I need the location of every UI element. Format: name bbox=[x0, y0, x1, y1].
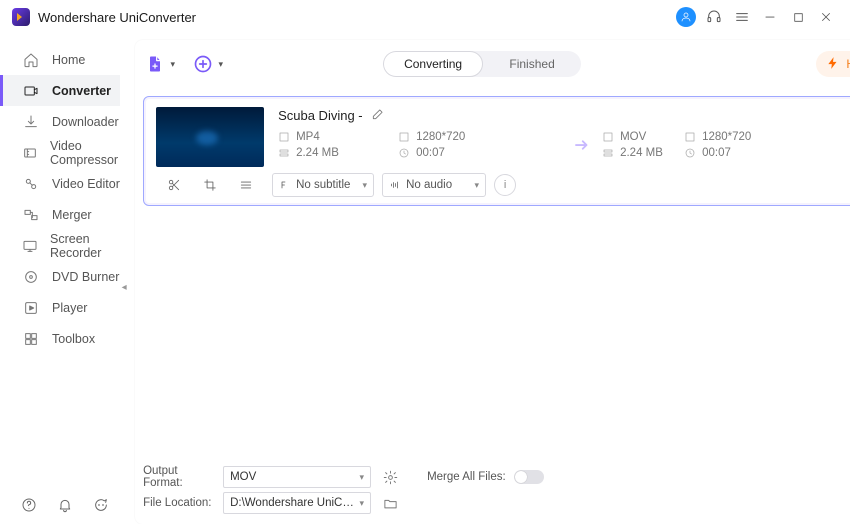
sidebar-item-label: DVD Burner bbox=[52, 270, 119, 284]
chevron-down-icon: ▾ bbox=[360, 472, 365, 483]
app-title: Wondershare UniConverter bbox=[38, 10, 196, 25]
high-speed-badge[interactable]: High Speed Conversion bbox=[816, 51, 850, 77]
chevron-down-icon: ▾ bbox=[475, 180, 480, 191]
task-card: Scuba Diving - MP4 1280*720 MOV 1280*720 bbox=[143, 96, 850, 206]
sidebar-item-toolbox[interactable]: Toolbox bbox=[0, 323, 120, 354]
user-avatar-icon bbox=[676, 7, 696, 27]
add-file-button[interactable]: ▾ bbox=[141, 50, 169, 78]
content-area: ▾ ▾ Converting Finished High Speed Conve… bbox=[121, 34, 850, 524]
compressor-icon bbox=[22, 144, 38, 162]
merge-all-toggle[interactable] bbox=[514, 470, 544, 484]
video-thumbnail[interactable] bbox=[156, 107, 264, 167]
chevron-down-icon: ▾ bbox=[363, 180, 368, 191]
home-icon bbox=[22, 51, 40, 69]
trim-icon[interactable] bbox=[164, 175, 184, 195]
bell-icon[interactable] bbox=[56, 496, 74, 514]
file-location-label: File Location: bbox=[143, 497, 215, 509]
file-location-value: D:\Wondershare UniConverter bbox=[230, 497, 359, 509]
sidebar-item-label: Merger bbox=[52, 208, 92, 222]
output-format-label: Output Format: bbox=[143, 465, 215, 489]
sidebar-item-label: Video Compressor bbox=[50, 139, 120, 167]
toolbox-icon bbox=[22, 330, 40, 348]
audio-dropdown[interactable]: No audio ▾ bbox=[382, 173, 486, 197]
target-duration: 00:07 bbox=[684, 147, 766, 159]
source-size: 2.24 MB bbox=[278, 147, 398, 159]
downloader-icon bbox=[22, 113, 40, 131]
help-icon[interactable] bbox=[20, 496, 38, 514]
thumbnail-tools bbox=[156, 175, 264, 195]
sidebar-item-home[interactable]: Home bbox=[0, 44, 120, 75]
source-format: MP4 bbox=[278, 131, 398, 143]
sidebar-item-editor[interactable]: Video Editor bbox=[0, 168, 120, 199]
convert-arrow-icon bbox=[562, 136, 602, 154]
sidebar-item-label: Video Editor bbox=[52, 177, 120, 191]
headset-support-icon[interactable] bbox=[700, 3, 728, 31]
audio-value: No audio bbox=[406, 179, 452, 191]
sidebar-item-label: Converter bbox=[52, 84, 111, 98]
target-format: MOV bbox=[602, 131, 684, 143]
audio-icon bbox=[389, 179, 401, 191]
recorder-icon bbox=[22, 237, 38, 255]
titlebar: Wondershare UniConverter bbox=[0, 0, 850, 34]
player-icon bbox=[22, 299, 40, 317]
dvd-icon bbox=[22, 268, 40, 286]
target-size: 2.24 MB bbox=[602, 147, 684, 159]
chevron-down-icon: ▾ bbox=[219, 59, 224, 70]
sidebar-item-label: Player bbox=[52, 301, 87, 315]
merger-icon bbox=[22, 206, 40, 224]
sidebar-item-converter[interactable]: Converter bbox=[0, 75, 120, 106]
high-speed-label: High Speed Conversion bbox=[846, 57, 850, 71]
sidebar-item-label: Screen Recorder bbox=[50, 232, 120, 260]
status-tabs: Converting Finished bbox=[383, 51, 581, 77]
account-button[interactable] bbox=[672, 3, 700, 31]
sidebar: Home Converter Downloader Video Compress… bbox=[0, 34, 121, 524]
effects-icon[interactable] bbox=[236, 175, 256, 195]
sidebar-footer bbox=[20, 496, 110, 514]
converter-icon bbox=[22, 82, 40, 100]
chevron-down-icon: ▾ bbox=[171, 59, 176, 70]
sidebar-item-player[interactable]: Player bbox=[0, 292, 120, 323]
sidebar-item-label: Toolbox bbox=[52, 332, 95, 346]
panel-footer: Output Format: MOV ▾ Merge All Files: Fi… bbox=[143, 464, 850, 516]
subtitle-icon bbox=[279, 179, 291, 191]
output-settings-icon[interactable] bbox=[379, 466, 401, 488]
sidebar-item-label: Home bbox=[52, 53, 85, 67]
chevron-down-icon: ▾ bbox=[360, 498, 365, 509]
tab-finished[interactable]: Finished bbox=[483, 51, 581, 77]
output-format-select[interactable]: MOV ▾ bbox=[223, 466, 371, 488]
sidebar-item-downloader[interactable]: Downloader bbox=[0, 106, 120, 137]
add-folder-button[interactable]: ▾ bbox=[189, 50, 217, 78]
source-resolution: 1280*720 bbox=[398, 131, 480, 143]
top-toolbar: ▾ ▾ Converting Finished High Speed Conve… bbox=[135, 42, 850, 86]
subtitle-value: No subtitle bbox=[296, 179, 350, 191]
bolt-icon bbox=[826, 56, 840, 73]
sidebar-item-merger[interactable]: Merger bbox=[0, 199, 120, 230]
open-folder-icon[interactable] bbox=[379, 492, 401, 514]
app-logo bbox=[12, 8, 30, 26]
sidebar-item-dvd[interactable]: DVD Burner bbox=[0, 261, 120, 292]
window-minimize-icon[interactable] bbox=[756, 3, 784, 31]
feedback-icon[interactable] bbox=[92, 496, 110, 514]
info-icon[interactable]: i bbox=[494, 174, 516, 196]
output-format-value: MOV bbox=[230, 471, 256, 483]
target-resolution: 1280*720 bbox=[684, 131, 766, 143]
merge-all-label: Merge All Files: bbox=[427, 471, 506, 483]
edit-title-icon[interactable] bbox=[371, 107, 387, 123]
sidebar-item-label: Downloader bbox=[52, 115, 119, 129]
sidebar-item-recorder[interactable]: Screen Recorder bbox=[0, 230, 120, 261]
file-location-select[interactable]: D:\Wondershare UniConverter ▾ bbox=[223, 492, 371, 514]
file-title: Scuba Diving - bbox=[278, 108, 363, 123]
subtitle-dropdown[interactable]: No subtitle ▾ bbox=[272, 173, 374, 197]
hamburger-menu-icon[interactable] bbox=[728, 3, 756, 31]
source-duration: 00:07 bbox=[398, 147, 480, 159]
sidebar-item-compressor[interactable]: Video Compressor bbox=[0, 137, 120, 168]
tab-converting[interactable]: Converting bbox=[383, 51, 483, 77]
window-close-icon[interactable] bbox=[812, 3, 840, 31]
crop-icon[interactable] bbox=[200, 175, 220, 195]
editor-icon bbox=[22, 175, 40, 193]
window-maximize-icon[interactable] bbox=[784, 3, 812, 31]
